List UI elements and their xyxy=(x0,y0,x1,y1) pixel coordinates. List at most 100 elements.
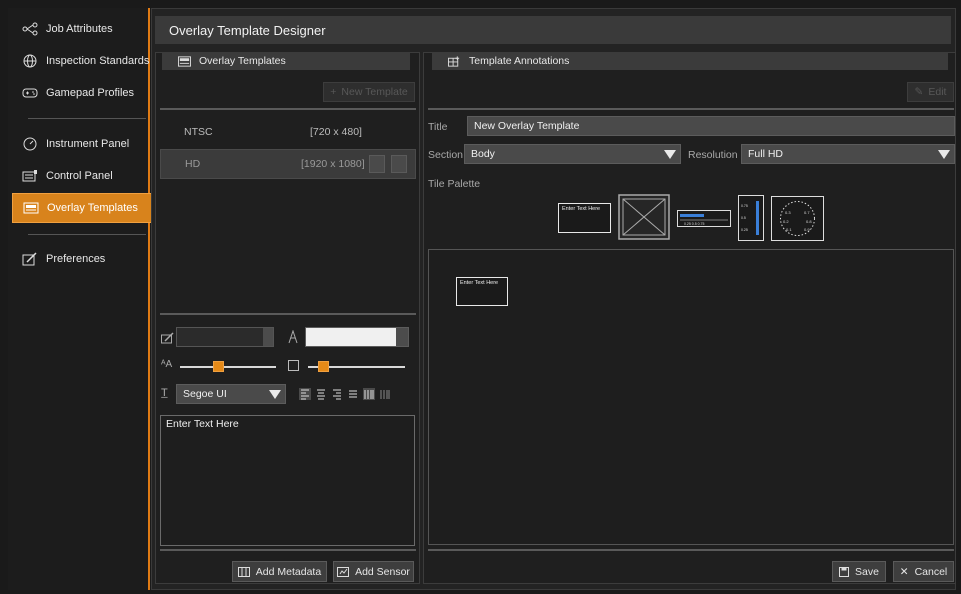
template-resolution: [1920 x 1080] xyxy=(301,158,365,170)
sidebar-item-job-attributes[interactable]: Job Attributes xyxy=(12,15,150,43)
sidebar-item-label: Preferences xyxy=(46,253,106,265)
justify-button[interactable] xyxy=(349,388,361,400)
edit-button[interactable]: ✎ Edit xyxy=(907,82,954,102)
overlay-icon xyxy=(178,55,191,67)
button-label: Add Sensor xyxy=(355,565,410,578)
section-label: Section xyxy=(428,149,464,161)
resolution-select[interactable]: Full HD xyxy=(741,144,955,164)
add-metadata-button[interactable]: Add Metadata xyxy=(232,561,327,582)
copy-template-button[interactable] xyxy=(369,155,385,173)
chevron-down-icon xyxy=(263,328,273,346)
plus-icon: + xyxy=(330,86,337,98)
svg-text:0.25: 0.25 xyxy=(741,228,748,232)
divider xyxy=(160,313,416,315)
font-size-slider[interactable] xyxy=(180,366,276,368)
sidebar-item-control-panel[interactable]: Control Panel xyxy=(12,162,150,190)
border-slider-thumb[interactable] xyxy=(318,361,329,372)
button-label: Add Metadata xyxy=(255,565,322,578)
overlay-templates-header: Overlay Templates xyxy=(162,52,410,70)
sidebar-item-inspection-standards[interactable]: Inspection Standards xyxy=(12,47,150,75)
svg-text:0.7: 0.7 xyxy=(804,210,810,215)
delete-template-button[interactable] xyxy=(391,155,407,173)
svg-text:0.25 0.5 0.75: 0.25 0.5 0.75 xyxy=(684,222,704,226)
preferences-icon xyxy=(22,252,37,266)
sidebar-divider xyxy=(28,234,146,235)
section-select[interactable]: Body xyxy=(464,144,681,164)
font-color-dropdown[interactable] xyxy=(305,327,409,347)
font-family-select[interactable]: Segoe UI xyxy=(176,384,286,404)
template-row-ntsc[interactable]: NTSC [720 x 480] xyxy=(160,117,416,147)
chevron-down-icon xyxy=(269,390,281,399)
new-template-button[interactable]: + New Template xyxy=(323,82,415,102)
sidebar-item-label: Gamepad Profiles xyxy=(46,87,135,99)
resolution-value: Full HD xyxy=(748,148,784,160)
template-name: NTSC xyxy=(184,126,213,138)
template-row-hd[interactable]: HD [1920 x 1080] xyxy=(160,149,416,179)
control-panel-icon xyxy=(22,170,37,182)
vertical-align-button[interactable] xyxy=(363,388,375,400)
gauge-bar-tile[interactable]: 0.25 0.5 0.75 xyxy=(677,210,731,227)
sidebar-item-instrument-panel[interactable]: Instrument Panel xyxy=(12,130,150,158)
metadata-icon xyxy=(237,566,250,577)
fill-color-dropdown[interactable] xyxy=(176,327,274,347)
overlay-icon xyxy=(23,202,39,214)
resolution-label: Resolution xyxy=(688,149,738,161)
share-nodes-icon xyxy=(22,22,38,36)
template-resolution: [720 x 480] xyxy=(310,126,362,138)
gauge-icon xyxy=(23,137,37,151)
title-input[interactable]: New Overlay Template xyxy=(467,116,955,136)
sidebar-item-label: Inspection Standards xyxy=(46,55,150,67)
divider xyxy=(160,108,416,110)
svg-text:0.2: 0.2 xyxy=(783,219,789,224)
title-value: New Overlay Template xyxy=(474,120,580,132)
button-label: Edit xyxy=(928,86,947,98)
cancel-button[interactable]: ✕ Cancel xyxy=(893,561,954,582)
sidebar-item-label: Control Panel xyxy=(46,170,113,182)
divider xyxy=(160,549,416,551)
vertical-gauge-tile[interactable]: 0.75 0.5 0.25 xyxy=(738,195,764,241)
image-tile[interactable] xyxy=(618,194,670,240)
template-name: HD xyxy=(185,158,201,170)
svg-text:0.75: 0.75 xyxy=(741,204,748,208)
svg-text:0.8: 0.8 xyxy=(806,219,812,224)
align-left-button[interactable] xyxy=(299,388,311,400)
chevron-down-icon xyxy=(396,328,408,346)
close-icon: ✕ xyxy=(899,565,909,578)
pane-title: Overlay Templates xyxy=(199,55,286,67)
svg-text:0.5: 0.5 xyxy=(741,216,746,220)
sidebar: Job Attributes Inspection Standards Game… xyxy=(8,8,157,590)
button-label: Cancel xyxy=(914,565,948,578)
save-button[interactable]: Save xyxy=(832,561,886,582)
fill-color-icon xyxy=(161,332,174,344)
sidebar-item-gamepad-profiles[interactable]: Gamepad Profiles xyxy=(12,79,150,107)
sensor-icon xyxy=(337,566,350,577)
vertical-align-alt-button[interactable] xyxy=(381,388,393,400)
sidebar-item-label: Job Attributes xyxy=(46,23,113,35)
section-value: Body xyxy=(471,148,495,160)
pane-title: Template Annotations xyxy=(469,55,570,67)
sidebar-item-preferences[interactable]: Preferences xyxy=(12,245,150,273)
annotation-text-input[interactable]: Enter Text Here xyxy=(160,415,415,546)
align-right-button[interactable] xyxy=(333,388,345,400)
tile-palette-label: Tile Palette xyxy=(428,178,481,190)
pencil-icon: ✎ xyxy=(914,86,924,98)
svg-text:0.3: 0.3 xyxy=(785,210,791,215)
font-size-slider-thumb[interactable] xyxy=(213,361,224,372)
dial-gauge-tile[interactable]: 0.3 0.7 0.2 0.8 0.1 0.9 xyxy=(771,196,824,241)
divider xyxy=(428,549,954,551)
divider xyxy=(428,108,954,110)
sidebar-item-label: Overlay Templates xyxy=(47,202,138,214)
svg-text:0.9: 0.9 xyxy=(804,227,810,232)
page-title: Overlay Template Designer xyxy=(155,16,951,44)
globe-icon xyxy=(23,54,37,68)
placed-text-annotation[interactable]: Enter Text Here xyxy=(456,277,508,306)
title-label: Title xyxy=(428,121,448,133)
button-label: New Template xyxy=(341,86,408,98)
sidebar-item-label: Instrument Panel xyxy=(46,138,130,150)
add-sensor-button[interactable]: Add Sensor xyxy=(333,561,414,582)
text-tile[interactable]: Enter Text Here xyxy=(558,203,611,233)
button-label: Save xyxy=(855,565,879,578)
border-icon xyxy=(288,360,299,371)
align-center-button[interactable] xyxy=(317,388,329,400)
sidebar-item-overlay-templates[interactable]: Overlay Templates xyxy=(12,193,157,223)
